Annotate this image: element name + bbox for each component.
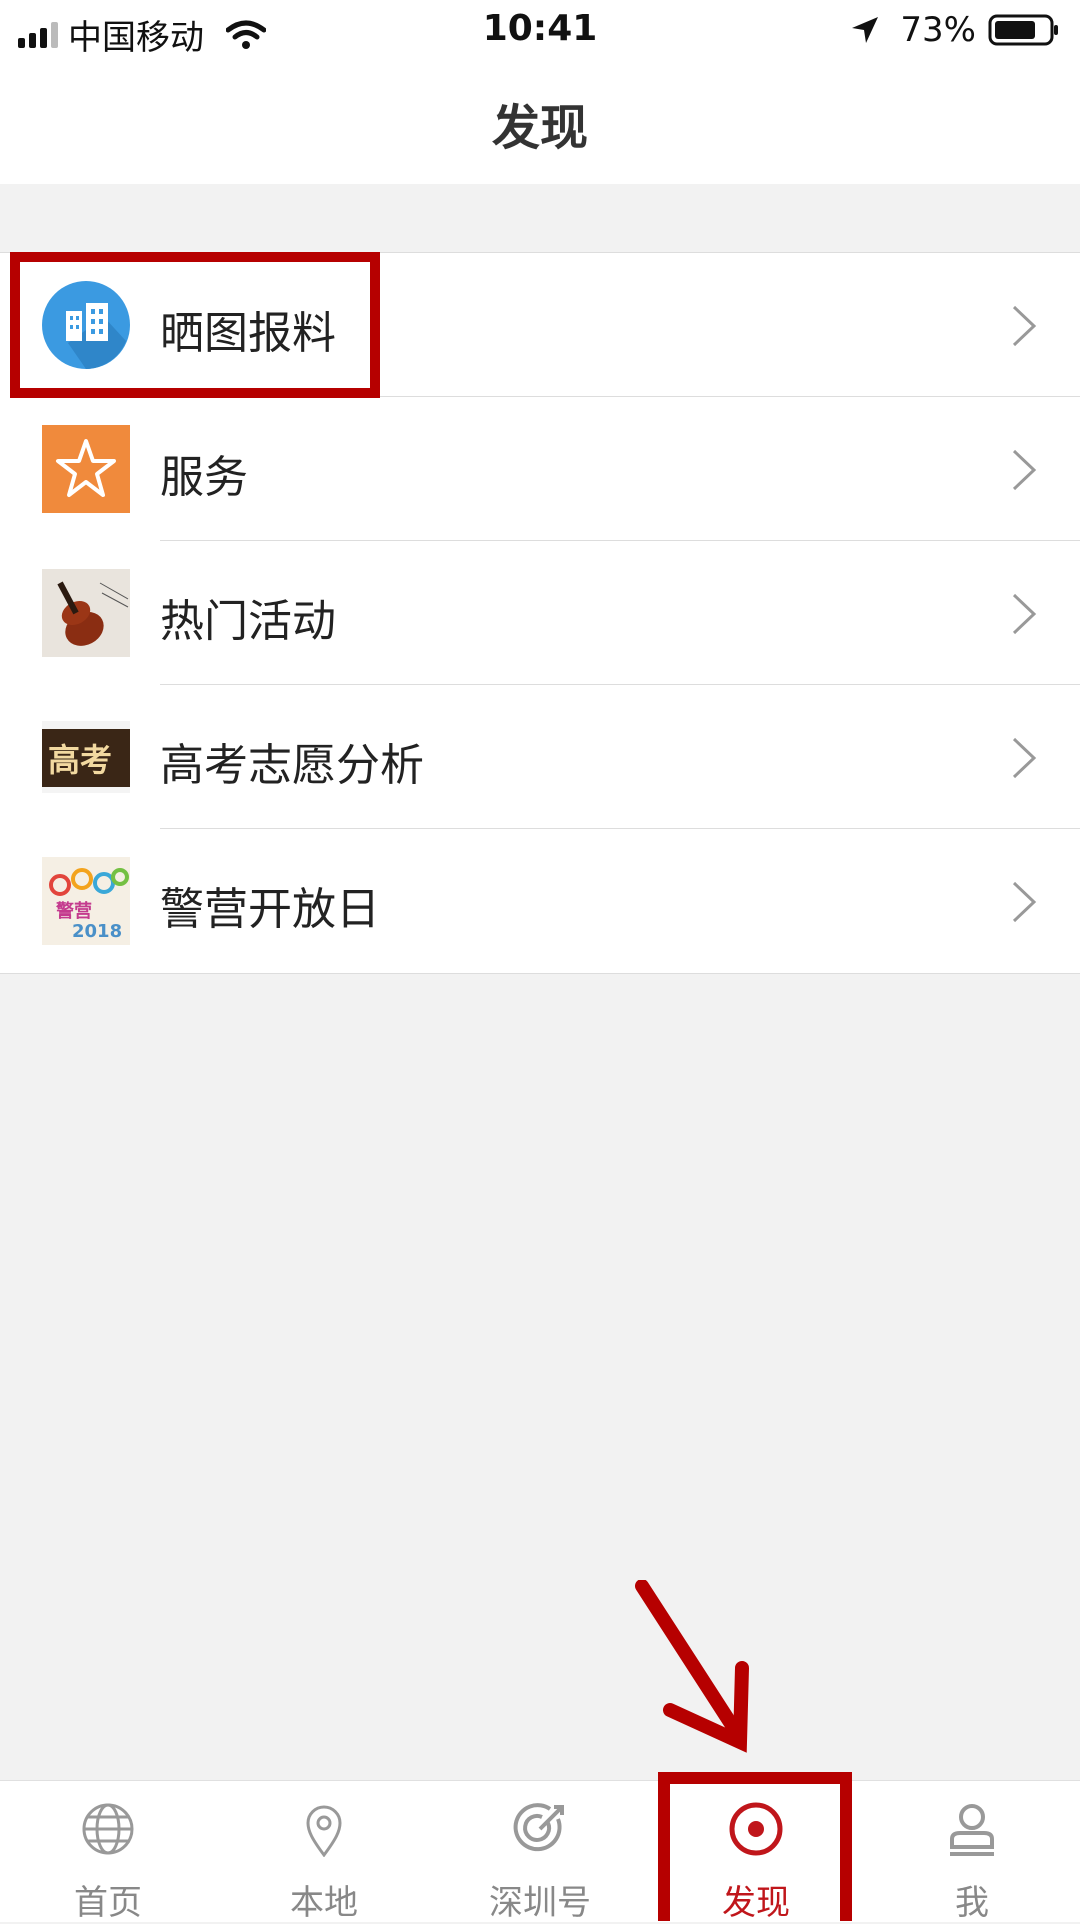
tab-me[interactable]: 我 xyxy=(864,1781,1080,1923)
tab-label: 本地 xyxy=(290,1883,358,1923)
battery-percent: 73% xyxy=(900,10,976,50)
list-item-label: 高考志愿分析 xyxy=(160,740,424,791)
tab-label: 深圳号 xyxy=(489,1883,591,1923)
list-item-services[interactable]: 服务 xyxy=(0,397,1080,541)
svg-text:2018: 2018 xyxy=(72,921,122,942)
svg-text:警营: 警营 xyxy=(56,900,92,922)
battery-icon xyxy=(988,14,1058,46)
page-title: 发现 xyxy=(491,100,588,156)
status-bar: 中国移动 10:41 73% xyxy=(0,0,1080,60)
tab-bar: 首页 本地 深圳号 发现 我 xyxy=(0,1780,1080,1923)
tab-label: 我 xyxy=(955,1883,989,1923)
chevron-right-icon xyxy=(1012,449,1037,491)
chevron-right-icon xyxy=(1012,305,1037,347)
user-icon xyxy=(950,1804,994,1856)
chevron-right-icon xyxy=(1012,737,1037,779)
chevron-right-icon xyxy=(1012,593,1037,635)
globe-icon xyxy=(82,1803,134,1855)
svg-text:高考: 高考 xyxy=(48,741,112,779)
list-item-police-open-day[interactable]: 警营 2018 警营开放日 xyxy=(0,829,1080,973)
list-item-hot-events[interactable]: 热门活动 xyxy=(0,541,1080,685)
annotation-highlight-discover-tab xyxy=(658,1772,852,1921)
gaokao-thumbnail: 高考 xyxy=(42,721,130,793)
tab-local[interactable]: 本地 xyxy=(216,1781,432,1923)
tab-shenzhen-hao[interactable]: 深圳号 xyxy=(432,1781,648,1923)
navigation-bar: 发现 xyxy=(0,60,1080,184)
list-item-label: 警营开放日 xyxy=(160,884,380,935)
tab-label: 首页 xyxy=(74,1883,142,1923)
target-icon xyxy=(513,1803,564,1852)
star-icon xyxy=(42,425,130,513)
list-item-gaokao-analysis[interactable]: 高考 高考志愿分析 xyxy=(0,685,1080,829)
annotation-highlight-photo-report xyxy=(10,252,380,398)
map-pin-icon xyxy=(306,1805,342,1857)
list-item-label: 服务 xyxy=(160,452,248,503)
list-item-label: 热门活动 xyxy=(160,596,336,647)
violin-thumbnail xyxy=(42,569,130,657)
chevron-right-icon xyxy=(1012,881,1037,923)
annotation-arrow xyxy=(635,1580,749,1753)
police-open-day-thumbnail: 警营 2018 xyxy=(42,857,130,945)
location-arrow-icon xyxy=(852,17,879,43)
tab-home[interactable]: 首页 xyxy=(0,1781,216,1923)
